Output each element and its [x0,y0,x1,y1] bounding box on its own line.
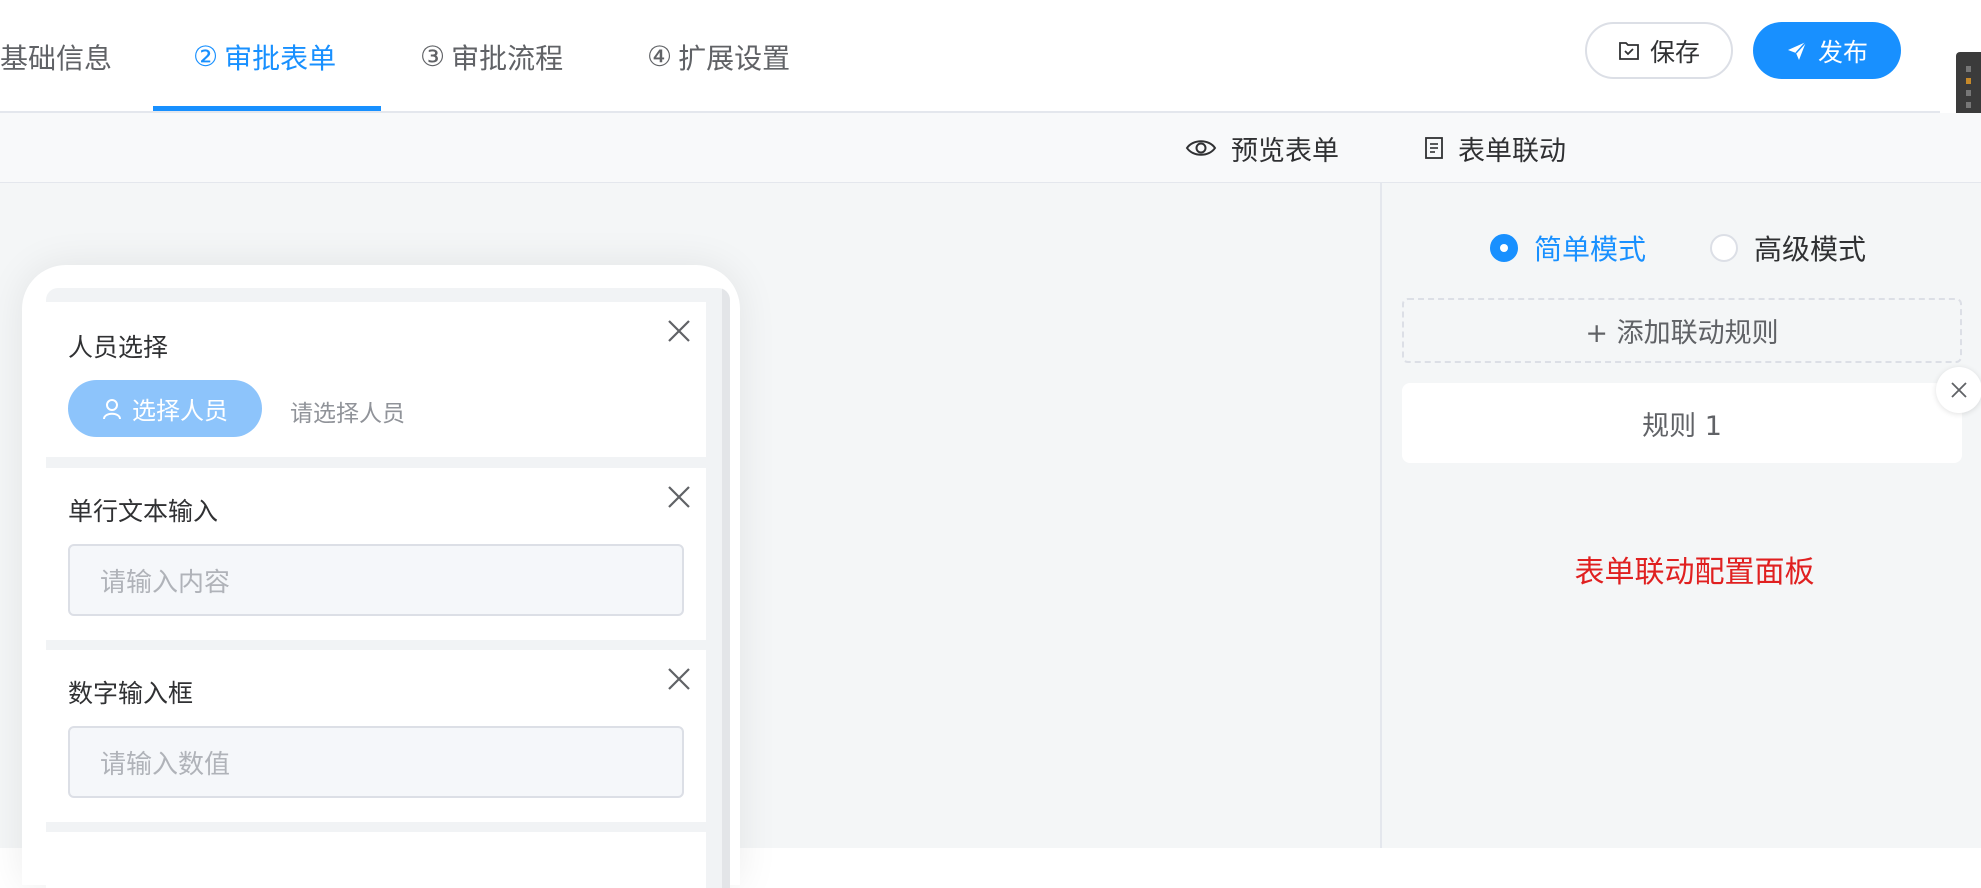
simple-mode-label: 简单模式 [1534,233,1647,266]
publish-button[interactable]: 发布 [1753,22,1901,79]
form-field-number-input[interactable]: 数字输入框 请输入数值 [46,650,706,822]
remove-rule-button[interactable] [1936,367,1981,413]
rule-label: 规则 1 [1642,410,1722,442]
advanced-mode-label: 高级模式 [1754,233,1867,266]
save-button[interactable]: 保存 [1585,22,1733,79]
close-icon[interactable] [666,484,692,510]
phone-scrollbar[interactable] [722,288,730,888]
linkage-panel-title: 表单联动配置面板 [1574,555,1815,590]
select-person-button[interactable]: 选择人员 [68,380,262,437]
number-input[interactable]: 请输入数值 [68,726,684,798]
top-bar: 基础信息 ② 审批表单 ③ 审批流程 ④ 扩展设置 保存 发布 [0,0,1940,113]
number-input-placeholder: 请输入数值 [100,749,231,780]
step-number: ② [193,40,219,73]
save-icon [1619,41,1639,60]
active-tab-indicator [153,106,381,111]
tab-basic-info[interactable]: 基础信息 [0,0,112,113]
text-input-placeholder: 请输入内容 [100,567,231,598]
form-linkage-button[interactable]: 表单联动 [1424,113,1566,183]
field-label: 单行文本输入 [68,497,219,526]
advanced-mode-radio[interactable]: 高级模式 [1710,223,1866,273]
close-icon[interactable] [666,666,692,692]
form-canvas: 人员选择 选择人员 请选择人员 单行文本输入 请输入内容 数字输入框 请输入数值 [0,183,1380,888]
form-field-text-input[interactable]: 单行文本输入 请输入内容 [46,468,706,640]
close-icon [1951,382,1967,398]
preview-label: 预览表单 [1231,135,1339,167]
linkage-label: 表单联动 [1458,135,1566,167]
form-field-person-select[interactable]: 人员选择 选择人员 请选择人员 [46,302,706,457]
phone-screen: 人员选择 选择人员 请选择人员 单行文本输入 请输入内容 数字输入框 请输入数值 [46,288,730,888]
paper-plane-icon [1787,40,1807,60]
close-icon[interactable] [666,318,692,344]
eye-icon [1185,140,1217,156]
person-hint: 请选择人员 [290,401,405,427]
step-number: ③ [420,40,446,73]
radio-checked-icon [1490,234,1518,262]
linkage-panel: 简单模式 高级模式 + 添加联动规则 规则 1 表单联动配置面板 [1380,183,1981,848]
add-linkage-rule-button[interactable]: + 添加联动规则 [1402,298,1962,363]
document-icon [1425,137,1443,159]
tab-label: 审批流程 [451,41,564,75]
step-number: ④ [647,40,673,73]
add-rule-label: + 添加联动规则 [1585,318,1779,349]
form-toolbar: 预览表单 表单联动 [0,113,1981,183]
tab-approval-flow[interactable]: ③ 审批流程 [420,0,563,113]
preview-form-button[interactable]: 预览表单 [1185,113,1339,183]
tab-extended-settings[interactable]: ④ 扩展设置 [647,0,790,113]
mode-selector: 简单模式 高级模式 [1382,223,1981,273]
tab-approval-form[interactable]: ② 审批表单 [193,0,336,113]
radio-unchecked-icon [1710,234,1738,262]
person-icon [103,398,121,419]
rule-item[interactable]: 规则 1 [1402,383,1962,463]
publish-label: 发布 [1817,37,1868,67]
tab-label: 审批表单 [224,41,337,75]
field-label: 数字输入框 [68,679,194,708]
form-field-partial [46,832,706,888]
save-label: 保存 [1649,37,1700,67]
phone-frame: 人员选择 选择人员 请选择人员 单行文本输入 请输入内容 数字输入框 请输入数值 [22,265,740,888]
text-input[interactable]: 请输入内容 [68,544,684,616]
tab-label: 基础信息 [0,41,113,75]
field-label: 人员选择 [68,333,169,362]
tab-label: 扩展设置 [678,41,791,75]
simple-mode-radio[interactable]: 简单模式 [1490,223,1646,273]
select-person-label: 选择人员 [132,397,228,425]
